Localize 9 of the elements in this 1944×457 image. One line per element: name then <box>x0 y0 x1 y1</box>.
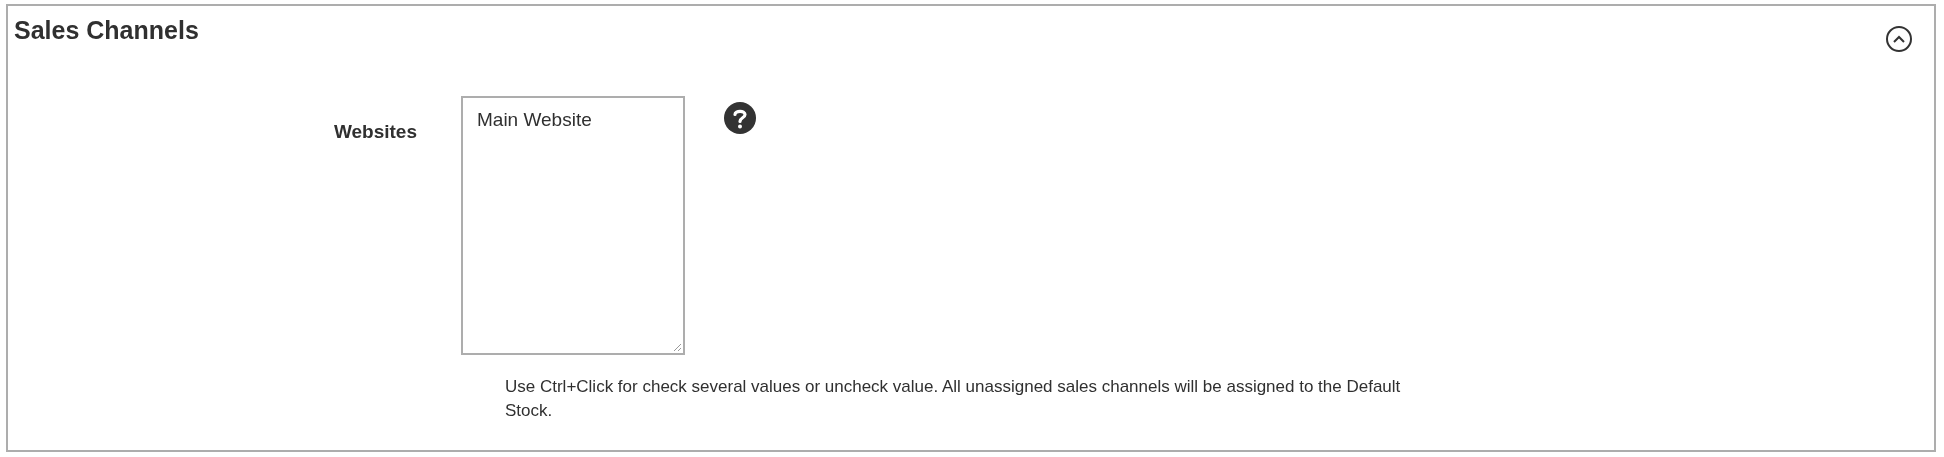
collapse-button[interactable] <box>1886 26 1912 52</box>
caret-icon <box>1893 35 1905 43</box>
help-icon[interactable] <box>724 102 756 134</box>
field-note: Use Ctrl+Click for check several values or uncheck value. All unassigned sales channels will be assigned to the Default Stock. <box>505 376 1402 422</box>
resize-handle-icon <box>673 343 682 352</box>
websites-listbox[interactable]: Main Website <box>461 96 685 355</box>
section-title: Sales Channels <box>14 15 199 46</box>
field-label: Websites <box>333 120 417 144</box>
listbox-option[interactable]: Main Website <box>467 104 679 137</box>
